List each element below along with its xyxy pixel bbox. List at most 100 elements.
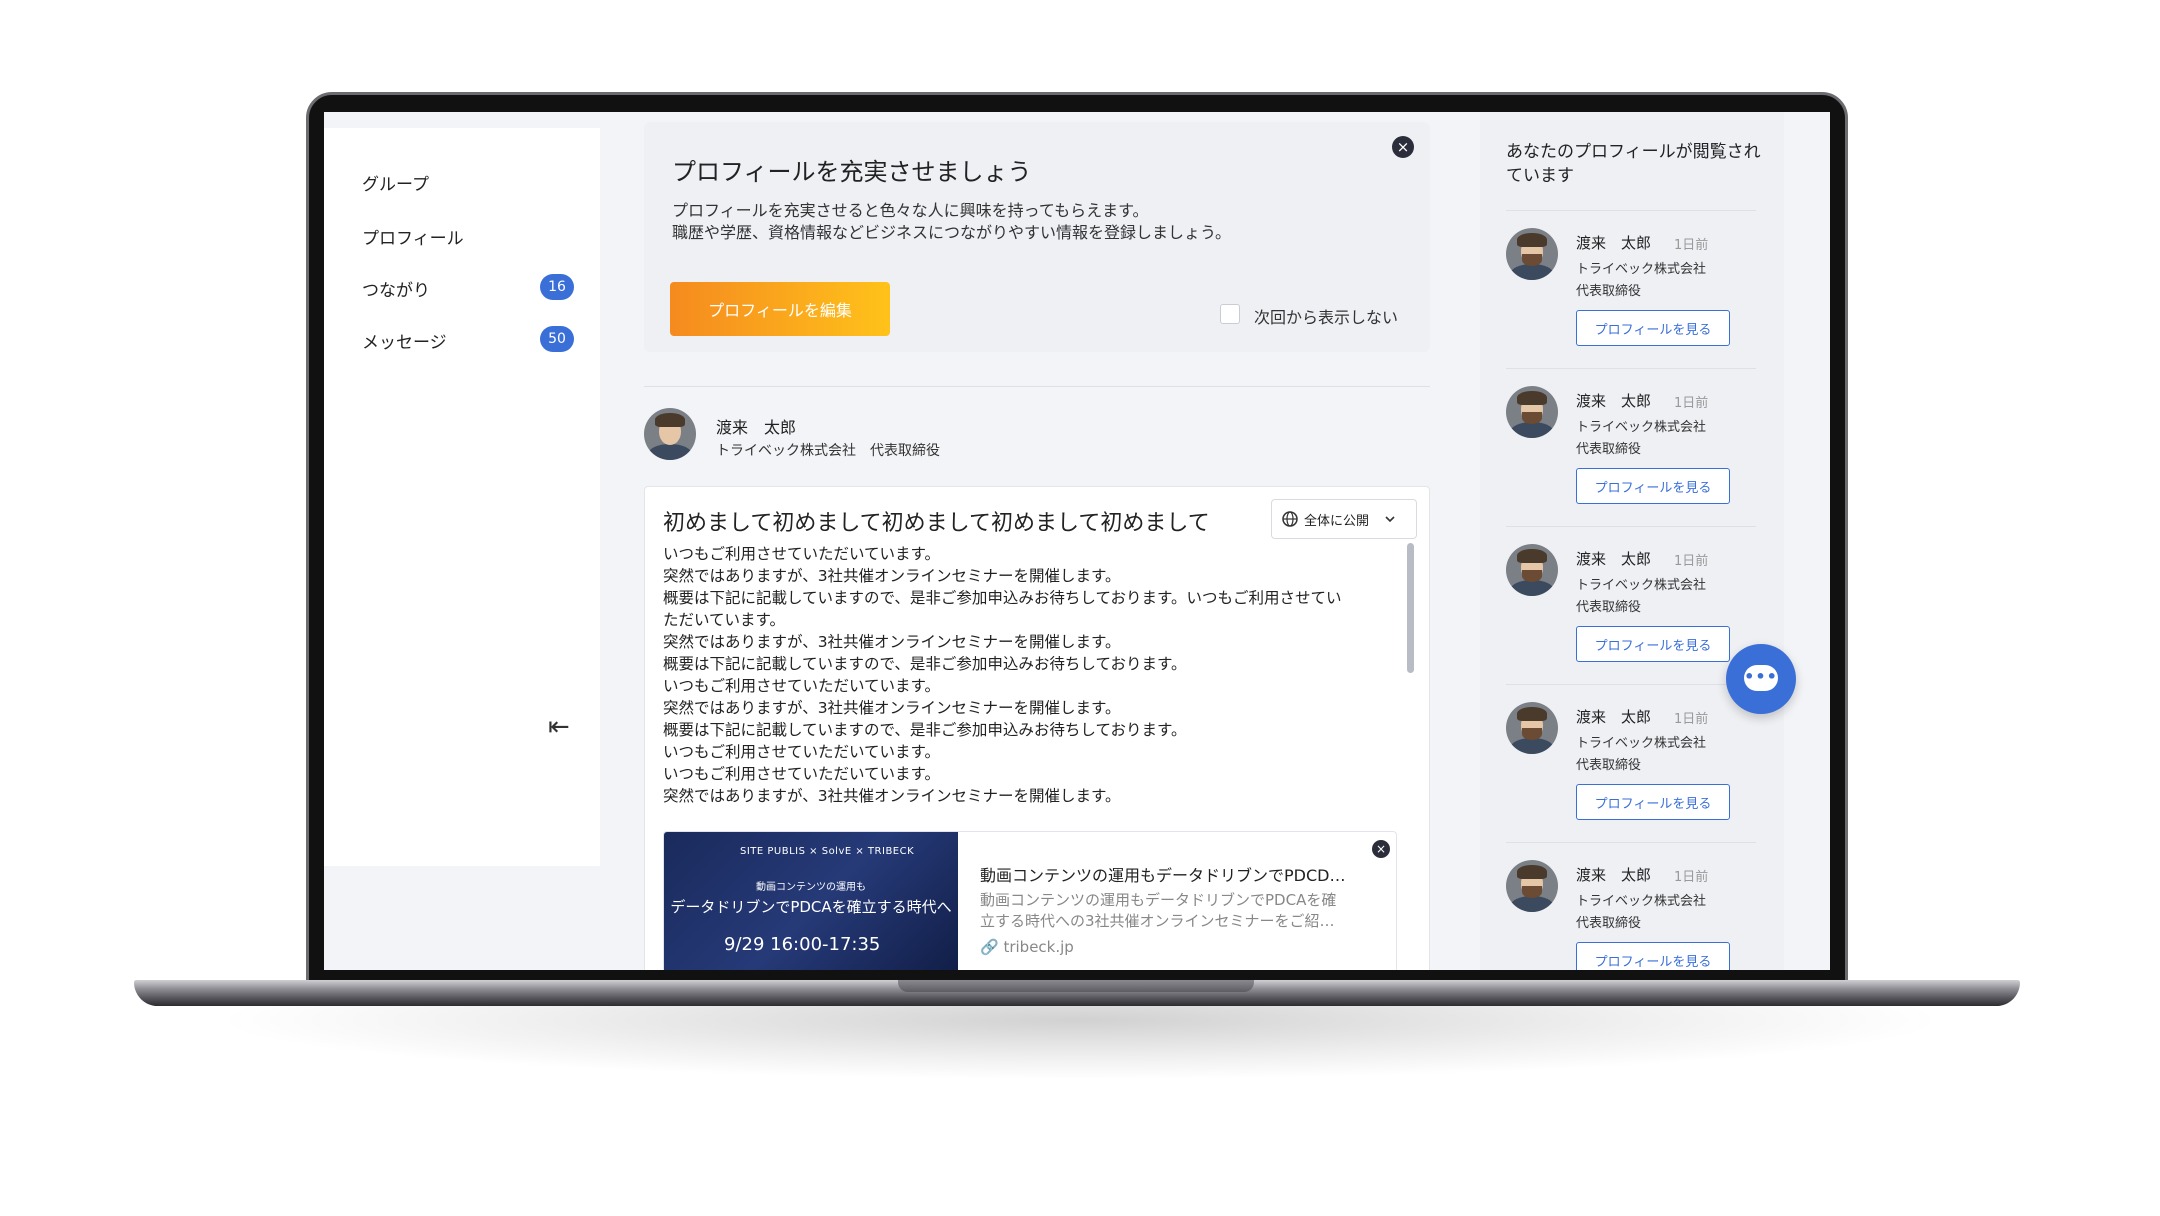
banner-desc-line: 職歴や学歴、資格情報などビジネスにつながりやすい情報を登録しましょう。 (672, 223, 1232, 242)
viewer-role: 代表取締役 (1576, 600, 1642, 615)
sidebar-item-messages[interactable]: メッセージ (362, 328, 447, 353)
viewer-item: 渡来 太郎 1日前 トライベック株式会社 代表取締役 プロフィールを見る (1506, 856, 1756, 970)
messages-count-badge: 50 (540, 326, 574, 352)
link-domain-text: tribeck.jp (1003, 938, 1074, 956)
link-preview-card[interactable]: SITE PUBLIS × SolvE × TRIBECK 動画コンテンツの運用… (663, 831, 1397, 970)
post-body-line: いつもご利用させていただいています。 (663, 545, 940, 563)
link-desc-line: 動画コンテンツの運用もデータドリブンでPDCAを確 (980, 891, 1337, 909)
link-icon: 🔗 (980, 938, 999, 956)
post-body-line: 突然ではありますが、3社共催オンラインセミナーを開催します。 (663, 699, 1121, 717)
post-author-company: トライベック株式会社 代表取締役 (716, 443, 940, 459)
viewer-time: 1日前 (1674, 396, 1709, 411)
post-body: いつもご利用させていただいています。 突然ではありますが、3社共催オンラインセミ… (663, 543, 1393, 807)
viewer-item: 渡来 太郎 1日前 トライベック株式会社 代表取締役 プロフィールを見る (1506, 382, 1756, 542)
banner-desc-line: プロフィールを充実させると色々な人に興味を持ってもらえます。 (672, 201, 1149, 220)
link-preview-title[interactable]: 動画コンテンツの運用もデータドリブンでPDCD… (980, 862, 1360, 886)
post-body-line: いつもご利用させていただいています。 (663, 677, 940, 695)
view-profile-button[interactable]: プロフィールを見る (1576, 784, 1730, 820)
post-body-scrollbar[interactable] (1407, 543, 1414, 673)
post-body-line: ただいています。 (663, 611, 785, 629)
post-author-name[interactable]: 渡来 太郎 (716, 414, 796, 438)
close-icon[interactable]: × (1372, 840, 1390, 858)
viewer-name[interactable]: 渡来 太郎 (1576, 706, 1651, 727)
viewer-item: 渡来 太郎 1日前 トライベック株式会社 代表取締役 プロフィールを見る (1506, 224, 1756, 384)
link-preview-thumbnail: SITE PUBLIS × SolvE × TRIBECK 動画コンテンツの運用… (664, 832, 958, 970)
chevron-down-icon (1385, 516, 1395, 523)
thumbnail-date: 9/29 16:00-17:35 (724, 934, 881, 955)
viewer-company: トライベック株式会社 (1576, 578, 1707, 593)
thumbnail-subtitle: 動画コンテンツの運用も (756, 882, 866, 893)
connections-count-badge: 16 (540, 274, 574, 300)
viewer-avatar[interactable] (1506, 544, 1558, 596)
feed-divider (644, 386, 1430, 387)
post-body-line: 概要は下記に記載していますので、是非ご参加申込みお待ちしております。 (663, 721, 1187, 739)
app-screen: グループ プロフィール つながり 16 メッセージ 50 ⇤ プロフィールを充実… (324, 112, 1830, 970)
sidebar-item-groups[interactable]: グループ (362, 170, 429, 195)
viewer-item: 渡来 太郎 1日前 トライベック株式会社 代表取締役 プロフィールを見る (1506, 698, 1756, 858)
post-body-line: いつもご利用させていただいています。 (663, 765, 940, 783)
link-desc-line: 立する時代への3社共催オンラインセミナーをご紹… (980, 912, 1335, 930)
collapse-sidebar-icon[interactable]: ⇤ (548, 712, 570, 742)
visibility-select[interactable]: 全体に公開 (1271, 499, 1417, 539)
profile-viewers-title: あなたのプロフィールが閲覧されています (1506, 142, 1761, 186)
viewer-company: トライベック株式会社 (1576, 894, 1707, 909)
visibility-label: 全体に公開 (1304, 513, 1370, 529)
viewer-name[interactable]: 渡来 太郎 (1576, 232, 1651, 253)
profile-viewers-panel: あなたのプロフィールが閲覧されています 渡来 太郎 1日前 トライベック株式会社… (1480, 112, 1784, 970)
viewer-company: トライベック株式会社 (1576, 736, 1707, 751)
post-card: 初めまして初めまして初めまして初めまして初めまして 全体に公開 いつもご利用させ… (644, 486, 1430, 970)
thumbnail-logos: SITE PUBLIS × SolvE × TRIBECK (740, 846, 915, 857)
viewer-time: 1日前 (1674, 238, 1709, 253)
viewer-time: 1日前 (1674, 870, 1709, 885)
view-profile-button[interactable]: プロフィールを見る (1576, 310, 1730, 346)
banner-title: プロフィールを充実させましょう (672, 158, 1032, 186)
viewer-role: 代表取締役 (1576, 284, 1642, 299)
chat-button[interactable]: ••• (1726, 644, 1796, 714)
banner-description: プロフィールを充実させると色々な人に興味を持ってもらえます。 職歴や学歴、資格情… (672, 200, 1231, 244)
profile-completion-banner: プロフィールを充実させましょう プロフィールを充実させると色々な人に興味を持って… (644, 122, 1430, 352)
post-body-line: 突然ではありますが、3社共催オンラインセミナーを開催します。 (663, 567, 1121, 585)
panel-divider (1506, 842, 1756, 843)
chat-icon: ••• (1744, 665, 1778, 691)
post-title: 初めまして初めまして初めまして初めまして初めまして (663, 511, 1210, 536)
viewer-time: 1日前 (1674, 712, 1709, 727)
viewer-name[interactable]: 渡来 太郎 (1576, 390, 1651, 411)
viewer-role: 代表取締役 (1576, 916, 1642, 931)
panel-divider (1506, 526, 1756, 527)
dont-show-again-label: 次回から表示しない (1254, 308, 1399, 327)
view-profile-button[interactable]: プロフィールを見る (1576, 468, 1730, 504)
post-body-line: 概要は下記に記載していますので、是非ご参加申込みお待ちしております。 (663, 655, 1187, 673)
left-sidebar: グループ プロフィール つながり 16 メッセージ 50 ⇤ (324, 128, 600, 866)
globe-icon (1282, 511, 1298, 527)
post-body-line: 突然ではありますが、3社共催オンラインセミナーを開催します。 (663, 787, 1121, 805)
viewer-name[interactable]: 渡来 太郎 (1576, 548, 1651, 569)
viewer-role: 代表取締役 (1576, 442, 1642, 457)
viewer-company: トライベック株式会社 (1576, 420, 1707, 435)
post-body-line: いつもご利用させていただいています。 (663, 743, 940, 761)
viewer-avatar[interactable] (1506, 228, 1558, 280)
view-profile-button[interactable]: プロフィールを見る (1576, 942, 1730, 970)
viewer-item: 渡来 太郎 1日前 トライベック株式会社 代表取締役 プロフィールを見る (1506, 540, 1756, 700)
view-profile-button[interactable]: プロフィールを見る (1576, 626, 1730, 662)
dont-show-again-checkbox[interactable] (1220, 304, 1240, 324)
panel-divider (1506, 210, 1756, 211)
viewer-time: 1日前 (1674, 554, 1709, 569)
link-preview-description: 動画コンテンツの運用もデータドリブンでPDCAを確 立する時代への3社共催オンラ… (980, 890, 1372, 932)
viewer-name[interactable]: 渡来 太郎 (1576, 864, 1651, 885)
viewer-avatar[interactable] (1506, 386, 1558, 438)
post-body-line: 突然ではありますが、3社共催オンラインセミナーを開催します。 (663, 633, 1121, 651)
link-preview-domain: 🔗 tribeck.jp (980, 938, 1074, 956)
viewer-avatar[interactable] (1506, 702, 1558, 754)
post-author-avatar[interactable] (644, 408, 696, 460)
close-icon[interactable]: × (1392, 136, 1414, 158)
laptop-notch (898, 980, 1254, 992)
sidebar-item-connections[interactable]: つながり (362, 276, 430, 301)
panel-divider (1506, 684, 1756, 685)
sidebar-item-profile[interactable]: プロフィール (362, 224, 464, 249)
thumbnail-headline: データドリブンでPDCAを確立する時代へ (670, 898, 952, 916)
viewer-company: トライベック株式会社 (1576, 262, 1707, 277)
post-body-line: 概要は下記に記載していますので、是非ご参加申込みお待ちしております。いつもご利用… (663, 589, 1342, 607)
panel-divider (1506, 368, 1756, 369)
edit-profile-button[interactable]: プロフィールを編集 (670, 282, 890, 336)
viewer-avatar[interactable] (1506, 860, 1558, 912)
